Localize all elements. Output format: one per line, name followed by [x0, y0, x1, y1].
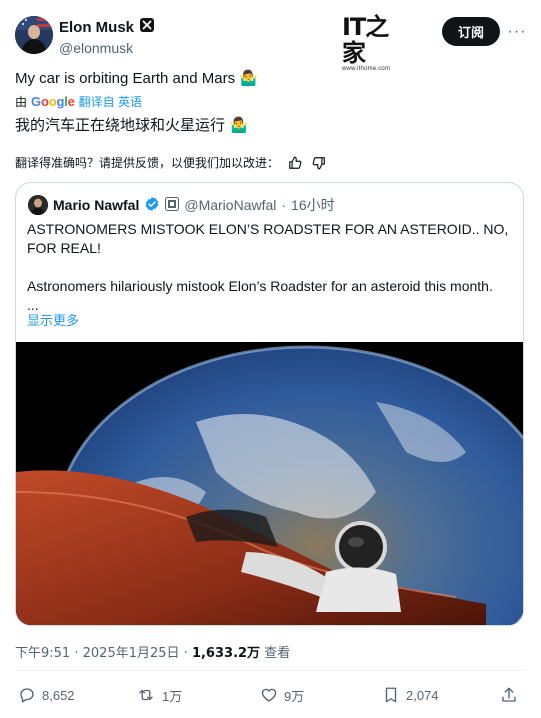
repost-button[interactable]: 1万 — [136, 682, 182, 708]
bookmark-count: 2,074 — [406, 687, 439, 703]
reply-icon — [20, 688, 34, 703]
tweet-date[interactable]: 2025年1月25日 — [83, 646, 180, 661]
quote-ellipsis: ... — [27, 297, 39, 313]
action-bar: 8,652 1万 9万 2,074 — [0, 682, 541, 710]
share-icon — [502, 687, 516, 702]
share-button[interactable] — [500, 682, 518, 708]
author-handle[interactable]: @elonmusk — [59, 40, 155, 56]
tweet-text: My car is orbiting Earth and Mars 🤷‍♂️ — [15, 70, 258, 87]
quote-title: ASTRONOMERS MISTOOK ELON’S ROADSTER FOR … — [27, 221, 509, 256]
subscribe-button[interactable]: 订阅 — [442, 17, 500, 46]
quoted-tweet[interactable]: Mario Nawfal @MarioNawfal · 16小时 ASTRONO… — [15, 182, 524, 626]
quote-header: Mario Nawfal @MarioNawfal · 16小时 — [28, 195, 335, 215]
quote-author-name[interactable]: Mario Nawfal — [53, 197, 139, 213]
like-count: 9万 — [284, 688, 305, 704]
divider — [15, 670, 526, 671]
ithome-url: www.ithome.com — [342, 66, 391, 72]
reply-count: 8,652 — [42, 687, 75, 703]
timestamp-separator: · — [183, 646, 188, 661]
translation-feedback: 翻译得准确吗？请提供反馈，以便我们加以改进： — [15, 154, 327, 171]
verified-badge-icon — [139, 17, 155, 38]
author-avatar[interactable] — [15, 16, 53, 54]
tweet-header: Elon Musk @elonmusk IT之家 www.ithome.com … — [0, 0, 541, 72]
timestamp-separator: · — [74, 646, 79, 661]
quote-time[interactable]: 16小时 — [291, 195, 335, 215]
repost-icon — [139, 689, 153, 701]
bookmark-button[interactable]: 2,074 — [382, 682, 439, 708]
affiliate-badge-icon — [165, 196, 180, 214]
show-more-link[interactable]: 显示更多 — [27, 310, 79, 329]
repost-count: 1万 — [162, 688, 183, 704]
tweet-time[interactable]: 下午9:51 — [15, 646, 70, 661]
author-block: Elon Musk @elonmusk — [59, 17, 155, 56]
tweet-timestamp: 下午9:51 · 2025年1月25日 · 1,633.2万 查看 — [15, 642, 290, 661]
bookmark-icon — [385, 687, 397, 703]
quote-body: Astronomers hilariously mistook Elon’s R… — [27, 278, 493, 294]
ithome-watermark: IT之家 www.ithome.com — [342, 14, 404, 72]
views-count: 1,633.2万 — [191, 646, 261, 661]
thumbs-down-icon[interactable] — [311, 155, 327, 171]
feedback-prompt: 翻译得准确吗？请提供反馈，以便我们加以改进： — [15, 156, 280, 170]
quote-image[interactable] — [16, 342, 523, 625]
quote-author-handle[interactable]: @MarioNawfal — [184, 197, 276, 213]
like-button[interactable]: 9万 — [260, 682, 304, 708]
verified-badge-icon — [144, 196, 160, 215]
google-logo: Google — [31, 94, 75, 109]
thumbs-up-icon[interactable] — [287, 155, 303, 171]
ithome-logo: IT之家 — [342, 13, 389, 67]
meta-separator: · — [281, 197, 287, 213]
translate-prefix: 由 — [15, 95, 28, 109]
translated-text: 我的汽车正在绕地球和火星运行 🤷‍♂️ — [15, 116, 249, 134]
heart-icon — [261, 688, 277, 702]
quote-text: ASTRONOMERS MISTOOK ELON’S ROADSTER FOR … — [27, 220, 517, 315]
quote-avatar[interactable] — [28, 195, 48, 215]
author-name[interactable]: Elon Musk — [59, 19, 134, 37]
views-label: 查看 — [264, 646, 291, 661]
more-options-icon[interactable]: ··· — [505, 20, 529, 44]
translation-attribution: 由 Google 翻译自 英语 — [15, 93, 142, 110]
translate-source-link[interactable]: 翻译自 英语 — [79, 93, 142, 110]
reply-button[interactable]: 8,652 — [18, 682, 75, 708]
